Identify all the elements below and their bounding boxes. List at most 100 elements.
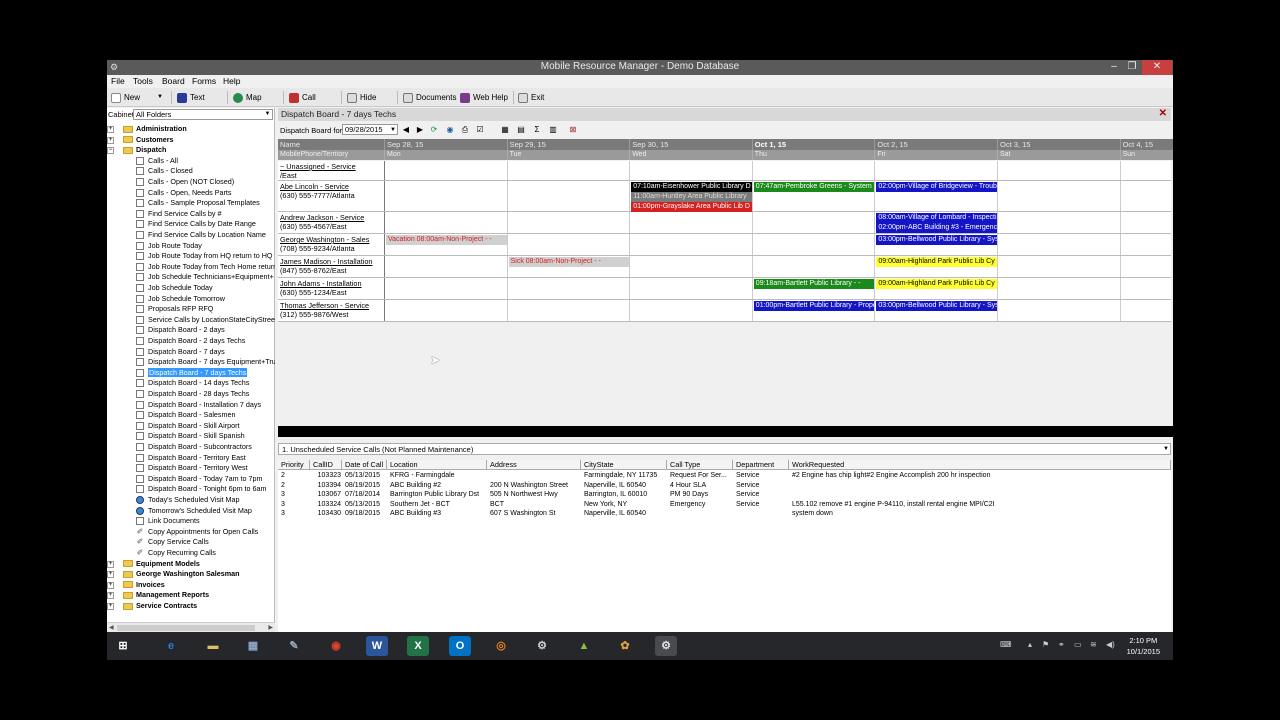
table-row[interactable]: 3 103324 05/13/2015 Southern Jet - BCT BCT Ne… bbox=[278, 500, 1171, 510]
call-button[interactable]: Call bbox=[289, 91, 316, 104]
globe-icon[interactable]: ◉ bbox=[445, 125, 455, 135]
table-icon[interactable]: ▥ bbox=[548, 125, 558, 135]
tree-item[interactable]: Job Route Today from HQ return to HQ bbox=[136, 251, 273, 262]
tree-folder[interactable]: + Equipment Models bbox=[107, 559, 200, 570]
collapse-icon[interactable]: − bbox=[107, 147, 114, 155]
appointment-block[interactable]: 07:10am-Eisenhower Public Library D bbox=[631, 182, 752, 192]
tray-arrow-icon[interactable]: ▴ bbox=[1028, 640, 1032, 649]
calls-column-header[interactable]: CityState bbox=[581, 460, 667, 470]
flag-icon[interactable]: ⚑ bbox=[1042, 640, 1049, 649]
calls-column-header[interactable]: CallID bbox=[310, 460, 342, 470]
appointment-block[interactable]: 11:00am-Huntley Area Public Library bbox=[631, 192, 752, 202]
technician-name-cell[interactable]: James Madison - Installation (847) 555-87… bbox=[278, 256, 385, 277]
calls-column-header[interactable]: Department bbox=[733, 460, 789, 470]
chrome-icon[interactable]: ◉ bbox=[325, 636, 347, 656]
day-cell[interactable] bbox=[998, 181, 1121, 211]
technician-name-cell[interactable]: Abe Lincoln - Service (630) 555-7777/Atla… bbox=[278, 181, 385, 211]
expand-icon[interactable]: + bbox=[107, 592, 114, 600]
menu-tools[interactable]: Tools bbox=[133, 76, 153, 86]
tree-item[interactable]: Dispatch Board - Installation 7 days bbox=[136, 400, 261, 411]
chevron-down-icon[interactable]: ▼ bbox=[1163, 444, 1169, 455]
column-header-name[interactable]: Name bbox=[278, 139, 385, 150]
day-cell[interactable] bbox=[1121, 278, 1173, 299]
technician-name-cell[interactable]: John Adams - Installation (630) 555-1234/… bbox=[278, 278, 385, 299]
technician-name-cell[interactable]: Thomas Jefferson - Service (312) 555-9876… bbox=[278, 300, 385, 321]
day-cell[interactable] bbox=[875, 161, 998, 180]
remove-icon[interactable]: ⊠ bbox=[568, 125, 578, 135]
tree-item[interactable]: Find Service Calls by Location Name bbox=[136, 230, 266, 241]
day-cell[interactable] bbox=[753, 234, 876, 255]
tree-item[interactable]: Dispatch Board - 28 days Techs bbox=[136, 389, 249, 400]
day-cell[interactable] bbox=[753, 212, 876, 233]
day-cell[interactable] bbox=[630, 278, 753, 299]
file-explorer-icon[interactable]: ▬ bbox=[202, 636, 224, 656]
calls-column-header[interactable]: WorkRequested bbox=[789, 460, 1171, 470]
sum-icon[interactable]: Σ bbox=[532, 125, 542, 135]
calls-column-header[interactable]: Call Type bbox=[667, 460, 733, 470]
tree-item[interactable]: Dispatch Board - Salesmen bbox=[136, 410, 236, 421]
day-cell[interactable] bbox=[508, 300, 631, 321]
tree-item[interactable]: Find Service Calls by # bbox=[136, 209, 222, 220]
settings-gear-icon[interactable]: ⚙ bbox=[531, 636, 553, 656]
technician-name-cell[interactable]: ~ Unassigned - Service/East bbox=[278, 161, 385, 180]
day-cell[interactable] bbox=[385, 161, 508, 180]
tree-item[interactable]: Dispatch Board - Skill Airport bbox=[136, 421, 239, 432]
day-cell[interactable] bbox=[508, 161, 631, 180]
tree-folder[interactable]: + Invoices bbox=[107, 580, 165, 591]
calculator-icon[interactable]: ▦ bbox=[242, 636, 264, 656]
tree-folder-dispatch[interactable]: − Dispatch bbox=[107, 145, 166, 156]
tree-item[interactable]: Proposals RFP RFQ bbox=[136, 304, 213, 315]
tree-item[interactable]: Dispatch Board - Today 7am to 7pm bbox=[136, 474, 263, 485]
appointment-block[interactable]: 02:00pm-ABC Building #3 - Emergenc bbox=[876, 223, 997, 233]
day-cell[interactable] bbox=[998, 300, 1121, 321]
table-row[interactable]: 2 103323 05/13/2015 KFRG - Farmingdale Farmi… bbox=[278, 471, 1171, 481]
cabinet-dropdown[interactable]: All Folders ▼ bbox=[133, 109, 273, 120]
day-cell[interactable] bbox=[998, 212, 1121, 233]
appointment-block[interactable]: 08:00am-Village of Lombard - Inspecti bbox=[876, 213, 997, 223]
day-cell[interactable] bbox=[1121, 256, 1173, 277]
taskbar-clock[interactable]: 2:10 PM 10/1/2015 bbox=[1127, 635, 1160, 657]
day-cell[interactable] bbox=[998, 161, 1121, 180]
tree-item[interactable]: Job Route Today bbox=[136, 241, 202, 252]
board-date-picker[interactable]: 09/28/2015 ▼ bbox=[342, 124, 398, 135]
column-header-date[interactable]: Oct 2, 15 bbox=[875, 139, 998, 150]
tree-folder-administration[interactable]: + Administration bbox=[107, 124, 187, 135]
column-header-date[interactable]: Oct 3, 15 bbox=[998, 139, 1121, 150]
next-icon[interactable]: ▶ bbox=[415, 125, 425, 135]
appointment-block[interactable]: Vacation 08:00am-Non-Project - - bbox=[386, 235, 507, 245]
tree-item[interactable]: Calls - Open, Needs Parts bbox=[136, 188, 232, 199]
expand-icon[interactable]: + bbox=[107, 126, 114, 133]
menu-board[interactable]: Board bbox=[162, 76, 185, 86]
tree-item[interactable]: Dispatch Board - Tonight 6pm to 6am bbox=[136, 484, 267, 495]
tree-folder[interactable]: + George Washington Salesman bbox=[107, 569, 240, 580]
tree-item[interactable]: Dispatch Board - 7 days Techs bbox=[136, 367, 248, 379]
tree-item[interactable]: Dispatch Board - 2 days Techs bbox=[136, 336, 245, 347]
day-cell[interactable] bbox=[1121, 161, 1173, 180]
restore-button[interactable]: ❐ bbox=[1121, 60, 1143, 75]
calls-column-header[interactable]: Date of Call bbox=[342, 460, 387, 470]
day-cell[interactable] bbox=[508, 212, 631, 233]
tree-item[interactable]: Job Schedule Technicians+Equipment+ bbox=[136, 272, 274, 283]
tree-item[interactable]: Tomorrow's Scheduled Visit Map bbox=[136, 506, 252, 517]
tree-folder-customers[interactable]: + Customers bbox=[107, 135, 174, 146]
tree-item[interactable]: Calls - Sample Proposal Templates bbox=[136, 198, 260, 209]
documents-button[interactable]: Documents bbox=[403, 91, 456, 104]
day-cell[interactable] bbox=[998, 234, 1121, 255]
grid-icon[interactable]: ▤ bbox=[516, 125, 526, 135]
day-cell[interactable] bbox=[508, 278, 631, 299]
expand-icon[interactable]: + bbox=[107, 581, 114, 589]
day-cell[interactable] bbox=[630, 234, 753, 255]
close-board-icon[interactable]: ✕ bbox=[1159, 108, 1167, 119]
column-header-weekday[interactable]: Tue bbox=[507, 150, 631, 160]
day-cell[interactable] bbox=[630, 300, 753, 321]
refresh-icon[interactable]: ⟳ bbox=[429, 125, 439, 135]
map-button[interactable]: Map bbox=[233, 91, 262, 104]
day-cell[interactable] bbox=[508, 181, 631, 211]
exit-button[interactable]: Exit bbox=[518, 91, 544, 104]
technician-name-cell[interactable]: Andrew Jackson - Service (630) 555-4567/E… bbox=[278, 212, 385, 233]
day-cell[interactable] bbox=[385, 256, 508, 277]
table-row[interactable]: 3 103430 09/18/2015 ABC Building #3 607 S Wa… bbox=[278, 509, 1171, 519]
menu-help[interactable]: Help bbox=[223, 76, 240, 86]
panel-splitter[interactable] bbox=[278, 426, 1173, 437]
tree-item[interactable]: Service Calls by LocationStateCityStreet bbox=[136, 315, 275, 326]
